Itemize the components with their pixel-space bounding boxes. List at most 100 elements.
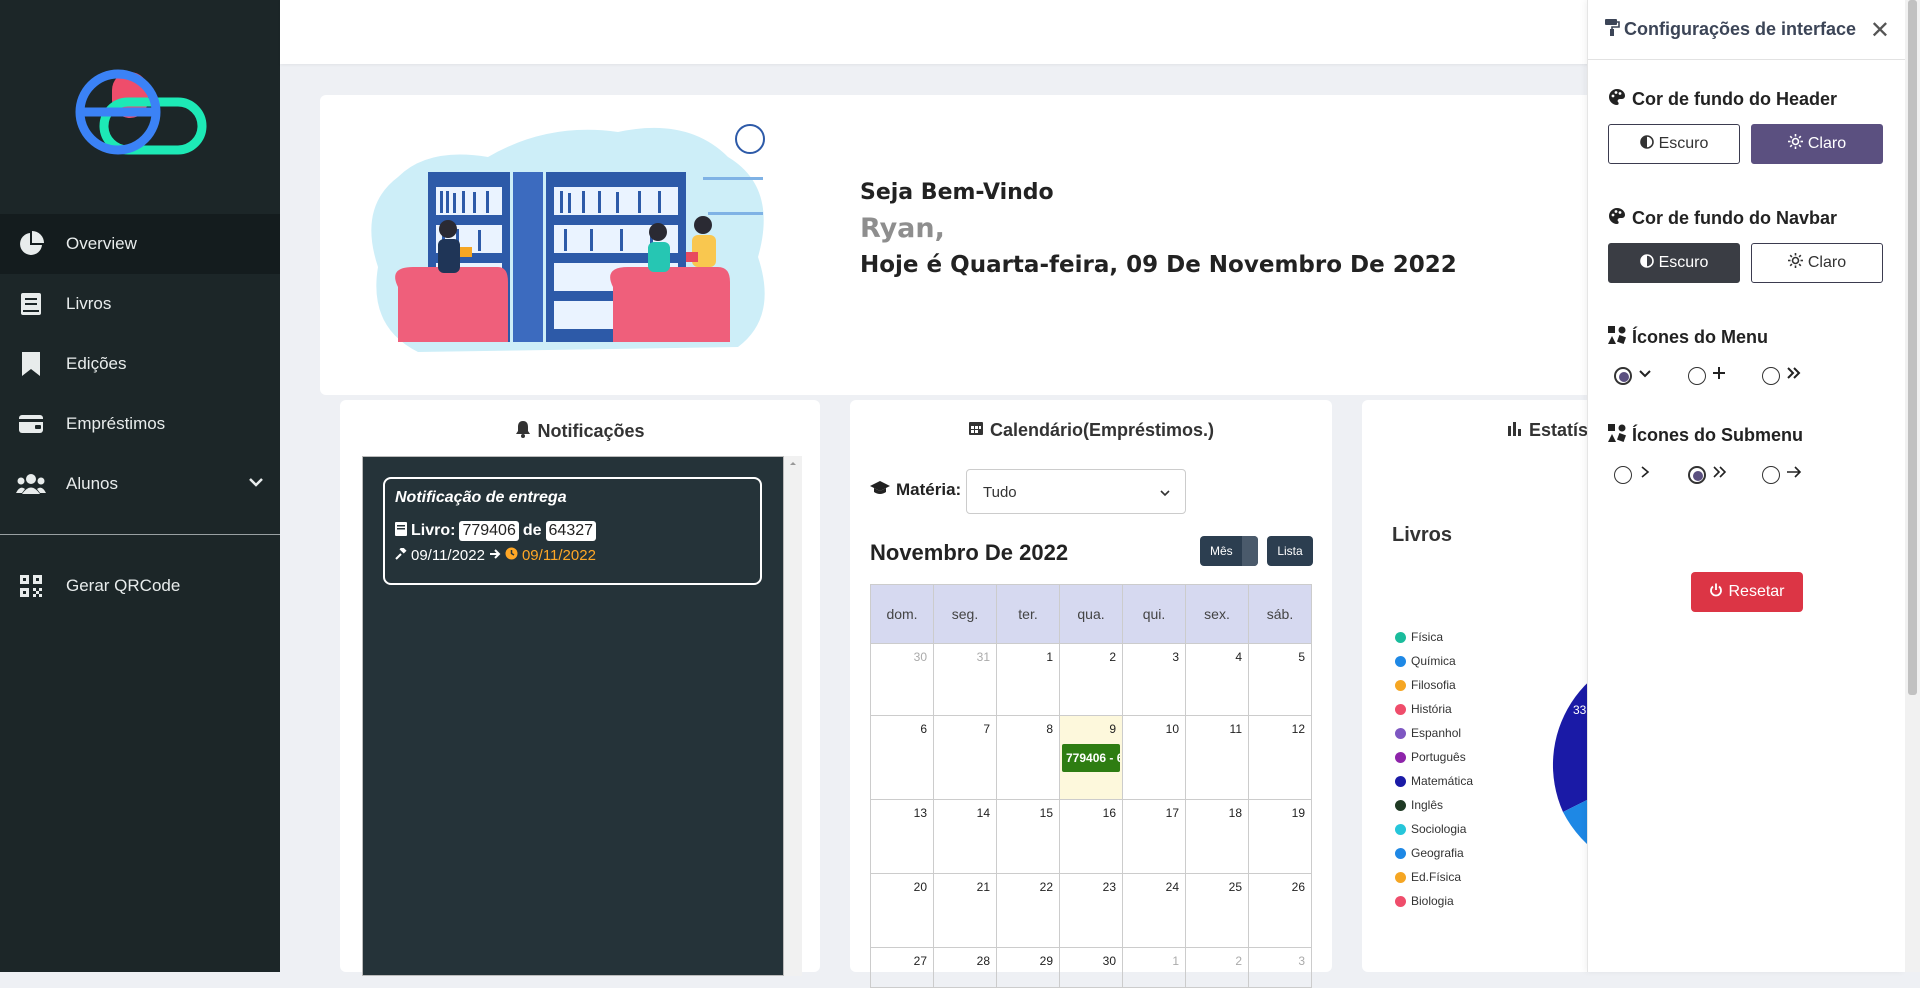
calendar-day[interactable]: 29 (997, 948, 1060, 988)
day-number: 10 (1165, 722, 1179, 736)
calendar-day[interactable]: 5 (1249, 644, 1312, 716)
bar-chart-icon (1507, 420, 1523, 441)
icons-icon (1608, 326, 1626, 349)
calendar-day[interactable]: 26 (1249, 874, 1312, 948)
sidebar-item-livros[interactable]: Livros (0, 274, 280, 334)
sidebar-item-alunos[interactable]: Alunos (0, 454, 280, 514)
legend-swatch (1395, 895, 1406, 907)
chevron-down-icon[interactable] (248, 474, 264, 495)
calendar-day[interactable]: 25 (1186, 874, 1249, 948)
app-logo[interactable] (70, 62, 210, 162)
calendar-day[interactable]: 10 (1123, 716, 1186, 800)
calendar-event[interactable]: 779406 - 64327 (1062, 744, 1120, 772)
calendar-week-row: 30 31 1 2 3 4 5 (870, 644, 1312, 716)
month-view-button[interactable]: Mês (1200, 536, 1258, 566)
day-number: 6 (920, 722, 927, 736)
notification-book-row: Livro: 779406 de 64327 (395, 521, 750, 541)
calendar-day[interactable]: 3 (1123, 644, 1186, 716)
menu-icon-option-plus[interactable] (1688, 366, 1762, 385)
day-number: 23 (1102, 880, 1116, 894)
calendar-day[interactable]: 13 (871, 800, 934, 874)
calendar-day[interactable]: 28 (934, 948, 997, 988)
calendar-day[interactable]: 31 (934, 644, 997, 716)
legend-item[interactable]: Ed.Física (1395, 865, 1473, 889)
close-icon[interactable]: ✕ (1870, 16, 1890, 45)
materia-select[interactable]: Tudo (966, 469, 1186, 514)
legend-item[interactable]: História (1395, 697, 1473, 721)
calendar-day[interactable]: 3 (1249, 948, 1312, 988)
calendar-day[interactable]: 11 (1186, 716, 1249, 800)
legend-label: Sociologia (1411, 822, 1467, 836)
users-icon (16, 469, 46, 499)
menu-icon-option-chevron[interactable] (1614, 366, 1688, 385)
calendar-day[interactable]: 1 (1123, 948, 1186, 988)
calendar-day[interactable]: 16 (1060, 800, 1123, 874)
calendar-day[interactable]: 19 (1249, 800, 1312, 874)
sidebar-item-gerar-qrcode[interactable]: Gerar QRCode (0, 556, 280, 616)
calendar-day[interactable]: 20 (871, 874, 934, 948)
page-scrollbar[interactable] (1905, 0, 1920, 972)
calendar-day[interactable]: 6 (871, 716, 934, 800)
calendar-day-today[interactable]: 9 779406 - 64327 (1060, 716, 1123, 800)
submenu-icon-option-double-chevron[interactable] (1688, 465, 1762, 484)
calendar-day[interactable]: 2 (1186, 948, 1249, 988)
notification-item[interactable]: Notificação de entrega Livro: 779406 de … (383, 477, 762, 585)
legend-item[interactable]: Biologia (1395, 889, 1473, 913)
sidebar-item-label: Gerar QRCode (66, 576, 181, 595)
notifications-scrollbar[interactable] (784, 456, 802, 976)
sidebar-item-label: Edições (66, 354, 127, 373)
day-number: 30 (913, 650, 927, 664)
calendar-day[interactable]: 17 (1123, 800, 1186, 874)
legend-label: Matemática (1411, 774, 1474, 788)
calendar-day[interactable]: 21 (934, 874, 997, 948)
calendar-day[interactable]: 27 (871, 948, 934, 988)
legend-label: Espanhol (1411, 726, 1462, 740)
calendar-day[interactable]: 23 (1060, 874, 1123, 948)
power-icon (1709, 583, 1723, 602)
calendar-day[interactable]: 22 (997, 874, 1060, 948)
legend-swatch (1395, 799, 1406, 811)
calendar-day[interactable]: 12 (1249, 716, 1312, 800)
navbar-dark-button[interactable]: Escuro (1608, 243, 1740, 283)
chevron-down-icon (1159, 486, 1171, 503)
calendar-day[interactable]: 14 (934, 800, 997, 874)
navbar-light-button[interactable]: Claro (1751, 243, 1883, 283)
calendar-day[interactable]: 30 (1060, 948, 1123, 988)
calendar-day[interactable]: 18 (1186, 800, 1249, 874)
menu-icon-option-double-chevron[interactable] (1762, 366, 1836, 385)
legend-item[interactable]: Matemática (1395, 769, 1473, 793)
notifications-list[interactable]: Notificação de entrega Livro: 779406 de … (362, 456, 784, 976)
legend-item[interactable]: Química (1395, 649, 1473, 673)
calendar-day[interactable]: 30 (871, 644, 934, 716)
library-illustration (358, 117, 818, 357)
legend-item[interactable]: Português (1395, 745, 1473, 769)
day-number: 1 (1046, 650, 1053, 664)
sidebar-item-edicoes[interactable]: Edições (0, 334, 280, 394)
calendar-day[interactable]: 24 (1123, 874, 1186, 948)
page-scrollbar-thumb[interactable] (1908, 0, 1917, 695)
submenu-icon-option-arrow[interactable] (1762, 465, 1836, 484)
user-name: Ryan, (860, 213, 945, 244)
calendar-day[interactable]: 1 (997, 644, 1060, 716)
list-view-button[interactable]: Lista (1267, 536, 1313, 566)
legend-item[interactable]: Filosofia (1395, 673, 1473, 697)
legend-item[interactable]: Espanhol (1395, 721, 1473, 745)
sidebar-item-overview[interactable]: Overview (0, 214, 280, 274)
calendar-day[interactable]: 15 (997, 800, 1060, 874)
legend-item[interactable]: Inglês (1395, 793, 1473, 817)
header-light-button[interactable]: Claro (1751, 124, 1883, 164)
calendar-day[interactable]: 2 (1060, 644, 1123, 716)
legend-label: Ed.Física (1411, 870, 1462, 884)
calendar-day[interactable]: 8 (997, 716, 1060, 800)
welcome-card: Seja Bem-Vindo Ryan, Hoje é Quarta-feira… (320, 95, 1640, 395)
sidebar-item-emprestimos[interactable]: Empréstimos (0, 394, 280, 454)
calendar-day[interactable]: 7 (934, 716, 997, 800)
reset-button[interactable]: Resetar (1691, 572, 1803, 612)
legend-item[interactable]: Geografia (1395, 841, 1473, 865)
legend-item[interactable]: Sociologia (1395, 817, 1473, 841)
submenu-icon-option-chevron[interactable] (1614, 465, 1688, 484)
legend-item[interactable]: Física (1395, 625, 1473, 649)
paint-roller-icon (1604, 18, 1620, 41)
calendar-day[interactable]: 4 (1186, 644, 1249, 716)
header-dark-button[interactable]: Escuro (1608, 124, 1740, 164)
